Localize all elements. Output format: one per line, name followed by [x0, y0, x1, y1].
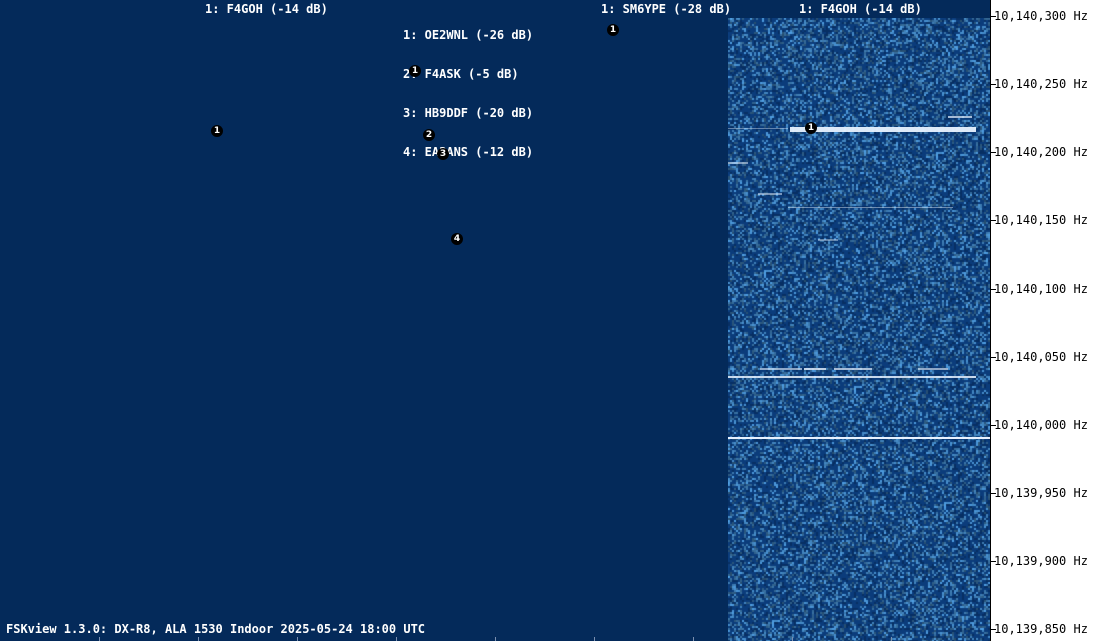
- time-tick: [198, 637, 199, 641]
- decode-label: 1: F4GOH (-14 dB): [205, 2, 328, 16]
- decode-marker[interactable]: 1: [805, 122, 817, 134]
- status-line: FSKview 1.3.0: DX-R8, ALA 1530 Indoor 20…: [6, 622, 426, 636]
- axis-tick-label: 10,140,250 Hz: [994, 77, 1088, 91]
- frequency-axis: 10,140,300 Hz 10,140,250 Hz 10,140,200 H…: [990, 0, 1120, 641]
- axis-tick-label: 10,140,050 Hz: [994, 350, 1088, 364]
- time-tick: [396, 637, 397, 641]
- decode-marker[interactable]: 3: [437, 148, 449, 160]
- decode-label: 1: F4GOH (-14 dB): [799, 2, 922, 16]
- axis-tick-label: 10,139,900 Hz: [994, 554, 1088, 568]
- time-tick: [99, 637, 100, 641]
- axis-tick-label: 10,139,850 Hz: [994, 622, 1088, 636]
- decode-label: 1: SM6YPE (-28 dB): [601, 2, 732, 16]
- decode-column-1: 1: F4GOH (-14 dB): [205, 3, 328, 16]
- axis-tick-label: 10,140,150 Hz: [994, 213, 1088, 227]
- decode-marker[interactable]: 4: [451, 233, 463, 245]
- signal-trace: [804, 368, 826, 370]
- signal-trace: [728, 376, 976, 378]
- axis-tick-label: 10,139,950 Hz: [994, 486, 1088, 500]
- time-tick: [891, 637, 892, 641]
- signal-trace: [818, 239, 838, 241]
- waterfall-display: 1: F4GOH (-14 dB) 1: OE2WNL (-26 dB) 2: …: [0, 0, 990, 641]
- decode-column-4: 1: F4GOH (-14 dB): [799, 3, 922, 16]
- axis-tick-label: 10,140,000 Hz: [994, 418, 1088, 432]
- decode-label: 2: F4ASK (-5 dB): [403, 67, 519, 81]
- signal-trace: [760, 368, 802, 370]
- signal-trace: [834, 368, 872, 370]
- time-tick: [594, 637, 595, 641]
- fskview-window: 1: F4GOH (-14 dB) 1: OE2WNL (-26 dB) 2: …: [0, 0, 1120, 641]
- signal-trace: [728, 128, 788, 129]
- signal-trace: [948, 116, 972, 118]
- decode-column-3: 1: SM6YPE (-28 dB): [601, 3, 731, 16]
- time-tick: [792, 637, 793, 641]
- signal-trace: [790, 127, 976, 132]
- axis-tick-label: 10,140,200 Hz: [994, 145, 1088, 159]
- decode-marker[interactable]: 1: [607, 24, 619, 36]
- decode-column-2: 1: OE2WNL (-26 dB) 2: F4ASK (-5 dB) 3: H…: [403, 3, 533, 185]
- waterfall-live-column: [728, 18, 990, 641]
- decode-label: 1: OE2WNL (-26 dB): [403, 28, 534, 42]
- decode-label: 4: EA3ANS (-12 dB): [403, 145, 534, 159]
- signal-trace: [728, 162, 748, 164]
- waterfall-noise: [728, 18, 990, 641]
- axis-tick-label: 10,140,300 Hz: [994, 9, 1088, 23]
- time-tick: [297, 637, 298, 641]
- axis-tick-label: 10,140,100 Hz: [994, 282, 1088, 296]
- signal-trace: [918, 368, 948, 370]
- decode-marker[interactable]: 2: [423, 129, 435, 141]
- signal-trace: [758, 193, 782, 195]
- decode-marker[interactable]: 1: [211, 125, 223, 137]
- signal-trace: [788, 207, 953, 208]
- decode-marker[interactable]: 1: [409, 65, 421, 77]
- time-tick: [693, 637, 694, 641]
- decode-label: 3: HB9DDF (-20 dB): [403, 106, 534, 120]
- time-tick: [495, 637, 496, 641]
- signal-trace: [728, 437, 990, 439]
